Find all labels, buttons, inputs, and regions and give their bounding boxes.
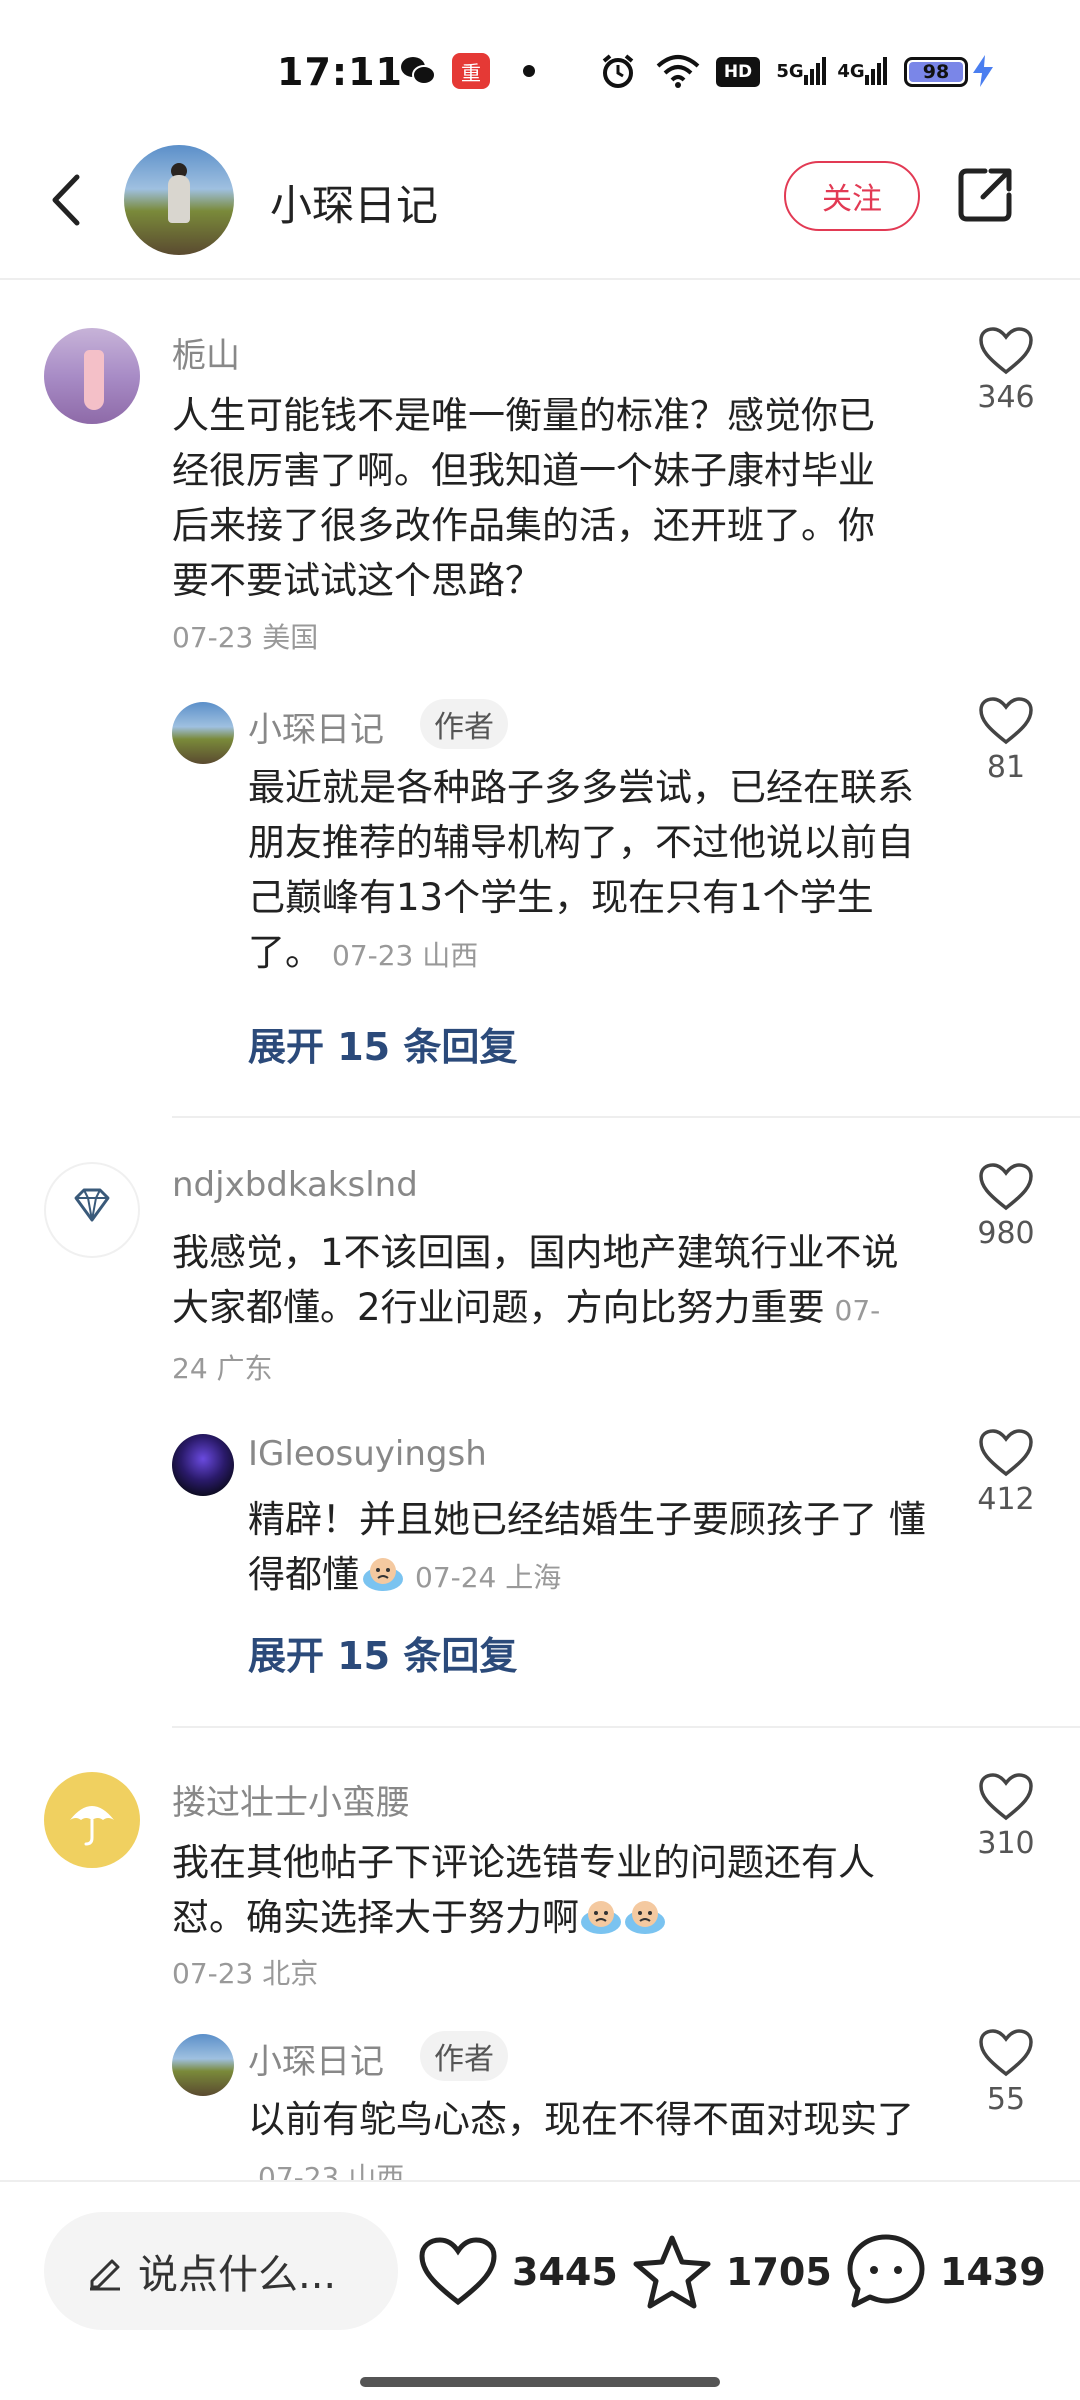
umbrella-icon (70, 1806, 114, 1846)
heart-icon (419, 2237, 497, 2306)
like-count: 412 (977, 1482, 1035, 1517)
like-button[interactable]: 346 (966, 326, 1046, 415)
crying-emoji-icon (581, 1901, 621, 1934)
like-button[interactable]: 310 (966, 1772, 1046, 1861)
divider (172, 1726, 1080, 1728)
status-bar: 17:11 重 HD 5G 4G 98 (0, 0, 1080, 130)
alarm-icon (598, 52, 638, 90)
bottom-bar: 说点什么... 3445 1705 1439 (0, 2180, 1080, 2400)
author-badge: 作者 (420, 699, 508, 749)
author-badge: 作者 (420, 2031, 508, 2081)
like-count: 55 (986, 2082, 1026, 2117)
comment-bubble-icon (847, 2234, 925, 2308)
reply-meta: 07-24 上海 (415, 1561, 562, 1594)
favorite-button[interactable]: 1705 (632, 2222, 832, 2322)
home-indicator[interactable] (360, 2377, 720, 2387)
comment-username[interactable]: 搂过壮士小蛮腰 (172, 1775, 410, 1824)
reply-username[interactable]: 小琛日记 (248, 2034, 384, 2083)
like-button[interactable]: 55 (966, 2028, 1046, 2117)
expand-replies-link[interactable]: 展开 15 条回复 (248, 1625, 517, 1680)
like-count: 980 (977, 1216, 1035, 1251)
avatar[interactable] (124, 145, 234, 255)
reply-username[interactable]: 小琛日记 (248, 702, 384, 751)
like-button[interactable]: 81 (966, 696, 1046, 785)
like-button[interactable]: 980 (966, 1162, 1046, 1251)
comment-text[interactable]: 我感觉，1不该回国，国内地产建筑行业不说大家都懂。2行业问题，方向比努力重要 07… (172, 1225, 912, 1396)
avatar[interactable] (44, 1772, 140, 1868)
comment-username[interactable]: 栀山 (172, 328, 240, 377)
battery-level: 98 (909, 61, 963, 83)
post-like-count: 3445 (512, 2250, 618, 2294)
comment-meta: 07-23 北京 (172, 1957, 319, 1990)
heart-icon (979, 1773, 1033, 1821)
avatar[interactable] (172, 2034, 234, 2096)
share-icon (958, 168, 1012, 222)
heart-icon (979, 327, 1033, 375)
dot-icon (520, 52, 538, 90)
signal-5g-icon: 5G (775, 52, 827, 90)
avatar[interactable] (172, 1434, 234, 1496)
wifi-icon (655, 52, 701, 90)
battery-icon: 98 (904, 57, 968, 87)
comment-username[interactable]: ndjxbdkakslnd (172, 1165, 418, 1205)
comment-text[interactable]: 人生可能钱不是唯一衡量的标准？感觉你已经很厉害了啊。但我知道一个妹子康村毕业后来… (172, 388, 892, 608)
author-name[interactable]: 小琛日记 (270, 172, 438, 233)
heart-icon (979, 1163, 1033, 1211)
divider (172, 1116, 1080, 1118)
chevron-left-icon (52, 174, 80, 226)
expand-replies-link[interactable]: 展开 15 条回复 (248, 1016, 517, 1071)
reply-text[interactable]: 最近就是各种路子多多尝试，已经在联系朋友推荐的辅导机构了，不过他说以前自己巅峰有… (248, 760, 928, 983)
like-count: 346 (977, 380, 1035, 415)
avatar[interactable] (44, 328, 140, 424)
comment-meta: 07-23 美国 (172, 621, 319, 654)
follow-button[interactable]: 关注 (784, 161, 920, 231)
diamond-icon (74, 1188, 110, 1222)
like-count: 310 (977, 1826, 1035, 1861)
comments-button[interactable]: 1439 (846, 2222, 1046, 2322)
like-count: 81 (986, 750, 1026, 785)
favorite-count: 1705 (726, 2250, 832, 2294)
wechat-icon (398, 52, 438, 90)
heart-icon (979, 697, 1033, 745)
comment-input[interactable]: 说点什么... (44, 2212, 398, 2330)
app-notification-icon: 重 (452, 53, 490, 89)
charging-icon (970, 52, 996, 90)
reply-meta: 07-23 山西 (332, 939, 479, 972)
avatar[interactable] (172, 702, 234, 764)
status-time: 17:11 (277, 50, 403, 94)
like-button[interactable]: 412 (966, 1428, 1046, 1517)
comment-text[interactable]: 我在其他帖子下评论选错专业的问题还有人怼。确实选择大于努力啊 (172, 1835, 912, 1945)
signal-4g-icon: 4G (836, 52, 888, 90)
like-post-button[interactable]: 3445 (418, 2222, 618, 2322)
back-button[interactable] (36, 160, 96, 240)
reply-text[interactable]: 精辟！并且她已经结婚生子要顾孩子了 懂得都懂 07-24 上海 (248, 1492, 928, 1605)
crying-emoji-icon (363, 1558, 403, 1591)
header: 小琛日记 关注 (0, 130, 1080, 280)
avatar[interactable] (44, 1162, 140, 1258)
reply-username[interactable]: IGleosuyingsh (248, 1434, 487, 1474)
star-icon (633, 2235, 711, 2309)
heart-icon (979, 1429, 1033, 1477)
share-button[interactable] (950, 160, 1020, 230)
comment-input-placeholder: 说点什么... (138, 2252, 337, 2298)
crying-emoji-icon (625, 1901, 665, 1934)
heart-icon (979, 2029, 1033, 2077)
hd-icon: HD (716, 57, 760, 87)
pencil-icon (90, 2259, 120, 2291)
comment-count: 1439 (940, 2250, 1046, 2294)
